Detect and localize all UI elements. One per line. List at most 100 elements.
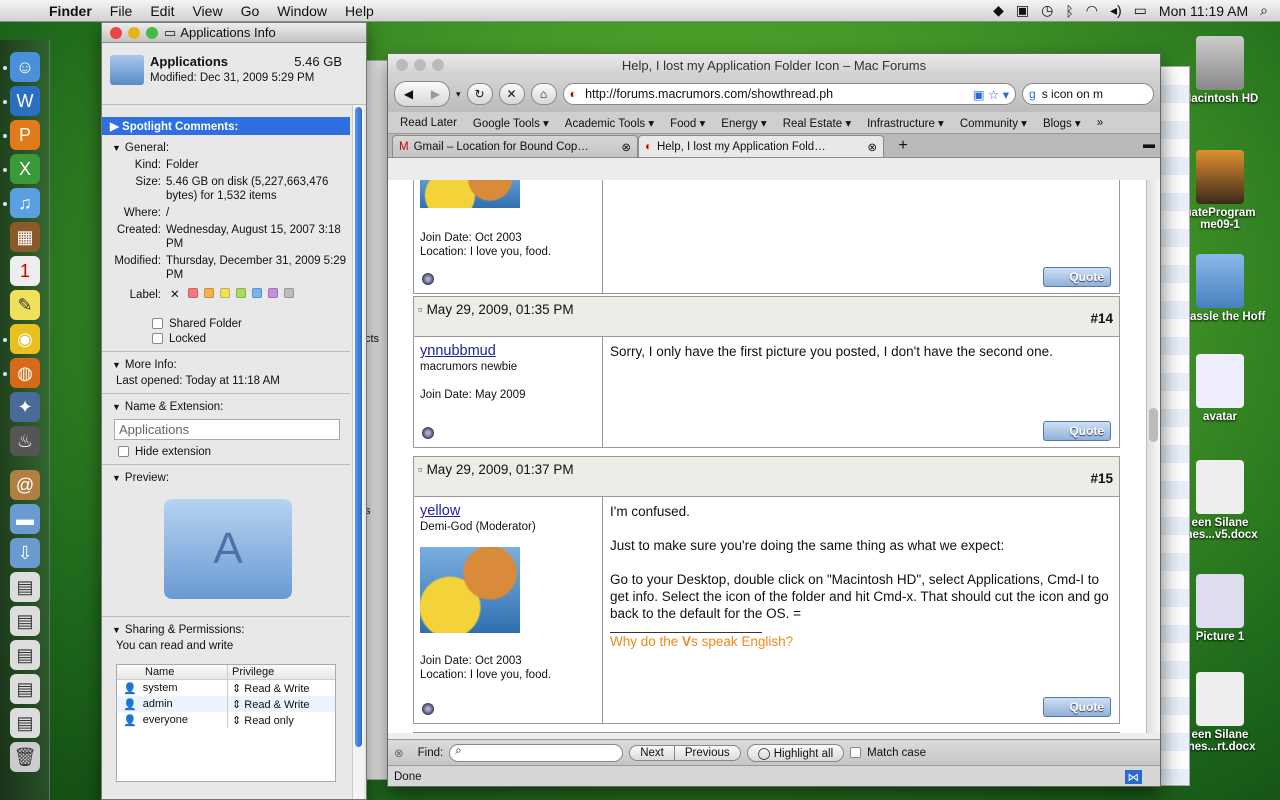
permission-row[interactable]: 👤 admin ⇕ Read & Write [117,696,335,712]
locked-checkbox[interactable]: Locked [102,333,350,345]
close-button[interactable] [396,59,408,71]
minimize-button[interactable] [414,59,426,71]
label-color-swatch[interactable] [283,288,294,298]
window-thumb-icon-4[interactable]: ▤ [10,674,40,704]
tab-close-icon[interactable]: ⊗ [621,140,631,154]
find-previous-button[interactable]: Previous [674,744,741,761]
shared-folder-checkbox[interactable]: Shared Folder [102,318,350,330]
wifi-icon[interactable]: ◠ [1086,2,1098,19]
username-link[interactable]: yellow [420,503,596,519]
firefox-window[interactable]: Help, I lost my Application Folder Icon … [387,53,1161,787]
tab-forum[interactable]: ◐ Help, I lost my Application Fold… ⊗ [638,135,884,157]
url-field[interactable]: ◐ http://forums.macrumors.com/showthread.… [562,83,1016,105]
time-machine-icon[interactable]: ◷ [1041,2,1053,19]
label-color-swatch[interactable] [219,288,230,298]
background-window-right[interactable] [1160,66,1190,786]
spotlight-icon[interactable]: ⌕ [1260,2,1268,19]
window-thumb-icon-3[interactable]: ▤ [10,640,40,670]
find-input[interactable]: ⌕ [449,743,624,762]
privilege-popup[interactable]: ⇕ Read & Write [228,682,310,695]
tab-gmail[interactable]: M Gmail – Location for Bound Cop… ⊗ [392,135,638,157]
word-icon[interactable]: W [10,86,40,116]
volume-icon[interactable]: ◂) [1110,2,1122,19]
label-color-swatch[interactable] [203,288,214,298]
window-thumb-icon[interactable]: ▤ [10,572,40,602]
search-field[interactable]: gs icon on m [1022,83,1154,105]
bookmark-item[interactable]: Community ▾ [952,116,1035,130]
finder-icon[interactable]: ☺ [10,52,40,82]
stop-icon[interactable]: ✕ [498,83,525,105]
col-name-header[interactable]: Name [117,665,228,679]
find-next-button[interactable]: Next [629,744,675,761]
preview-header[interactable]: ▼ Preview: [102,468,350,488]
label-color-swatch[interactable] [235,288,246,298]
window-thumb-icon-2[interactable]: ▤ [10,606,40,636]
activity-icon[interactable]: ♨ [10,426,40,456]
extension-icon[interactable]: ⋈ [1124,769,1142,784]
label-color-swatch[interactable] [267,288,278,298]
excel-icon[interactable]: X [10,154,40,184]
info-scrollbar[interactable] [352,105,364,799]
bookmarks-overflow-icon[interactable]: » [1089,117,1111,129]
post-number[interactable]: #14 [1090,311,1113,326]
bookmark-item[interactable]: Food ▾ [662,116,713,130]
browser-title-bar[interactable]: Help, I lost my Application Folder Icon … [388,54,1160,76]
general-header[interactable]: ▼ General: [102,138,350,158]
tab-list-icon[interactable]: ▬ [1138,137,1160,157]
menu-file[interactable]: File [101,3,142,19]
close-button[interactable] [110,26,122,39]
more-info-header[interactable]: ▼ More Info: [102,355,350,375]
name-field[interactable]: Applications [114,419,340,440]
post-number[interactable]: #15 [1090,471,1113,486]
hide-extension-checkbox[interactable]: Hide extension [102,446,350,458]
label-none-button[interactable]: ✕ [170,289,180,301]
menu-clock[interactable]: Mon 11:19 AM [1159,3,1248,19]
bookmark-item[interactable]: Blogs ▾ [1035,116,1089,130]
username-link[interactable]: ynnubbmud [420,343,596,359]
bookmark-item[interactable]: Real Estate ▾ [775,116,859,130]
bookmark-item[interactable]: Infrastructure ▾ [859,116,952,130]
match-case-checkbox[interactable]: Match case [850,746,926,759]
battery-icon[interactable]: ▭ [1134,2,1147,19]
menu-view[interactable]: View [183,3,231,19]
minimize-button[interactable] [128,26,140,39]
permission-row[interactable]: 👤 everyone ⇕ Read only [117,712,335,728]
menu-edit[interactable]: Edit [141,3,183,19]
documents-icon[interactable]: @ [10,470,40,500]
stickies-icon[interactable]: ✎ [10,290,40,320]
back-arrow-icon[interactable]: ◀ [395,87,422,101]
menu-help[interactable]: Help [336,3,383,19]
powerpoint-icon[interactable]: P [10,120,40,150]
new-tab-icon[interactable]: + [890,137,916,157]
ical-icon[interactable]: 1 [10,256,40,286]
quote-button[interactable]: Quote [1043,697,1111,717]
name-extension-header[interactable]: ▼ Name & Extension: [102,397,350,417]
dropbox-icon[interactable]: ◆ [993,2,1004,19]
menu-go[interactable]: Go [232,3,269,19]
scroll-thumb[interactable] [355,107,362,747]
reload-icon[interactable]: ↻ [466,83,493,105]
page-scrollbar[interactable] [1146,180,1160,733]
rss-icon[interactable]: ▣ ☆ ▾ [973,87,1009,102]
zoom-button[interactable] [146,26,158,39]
sharing-header[interactable]: ▼ Sharing & Permissions: [102,620,350,640]
bookmark-item[interactable]: Energy ▾ [713,116,774,130]
preview-icon[interactable]: ✦ [10,392,40,422]
status-icon[interactable]: ▣ [1016,2,1029,19]
menu-window[interactable]: Window [268,3,336,19]
privilege-popup[interactable]: ⇕ Read only [228,714,294,727]
downloads-icon[interactable]: ⇩ [10,538,40,568]
home-icon[interactable]: ⌂ [530,83,557,105]
get-info-window[interactable]: ▭ Applications Info Applications 5.46 GB… [101,22,367,800]
tab-close-icon[interactable]: ⊗ [867,140,877,154]
quote-button[interactable]: Quote [1043,421,1111,441]
permission-row[interactable]: 👤 system ⇕ Read & Write [117,680,335,696]
zoom-button[interactable] [432,59,444,71]
label-color-swatch[interactable] [187,288,198,298]
itunes-icon[interactable]: ♫ [10,188,40,218]
quote-button[interactable]: Quote [1043,267,1111,287]
forward-arrow-icon[interactable]: ▶ [422,87,449,101]
firefox-icon[interactable]: ◍ [10,358,40,388]
bookmark-item[interactable]: Google Tools ▾ [465,116,557,130]
info-title-bar[interactable]: ▭ Applications Info [102,23,366,43]
